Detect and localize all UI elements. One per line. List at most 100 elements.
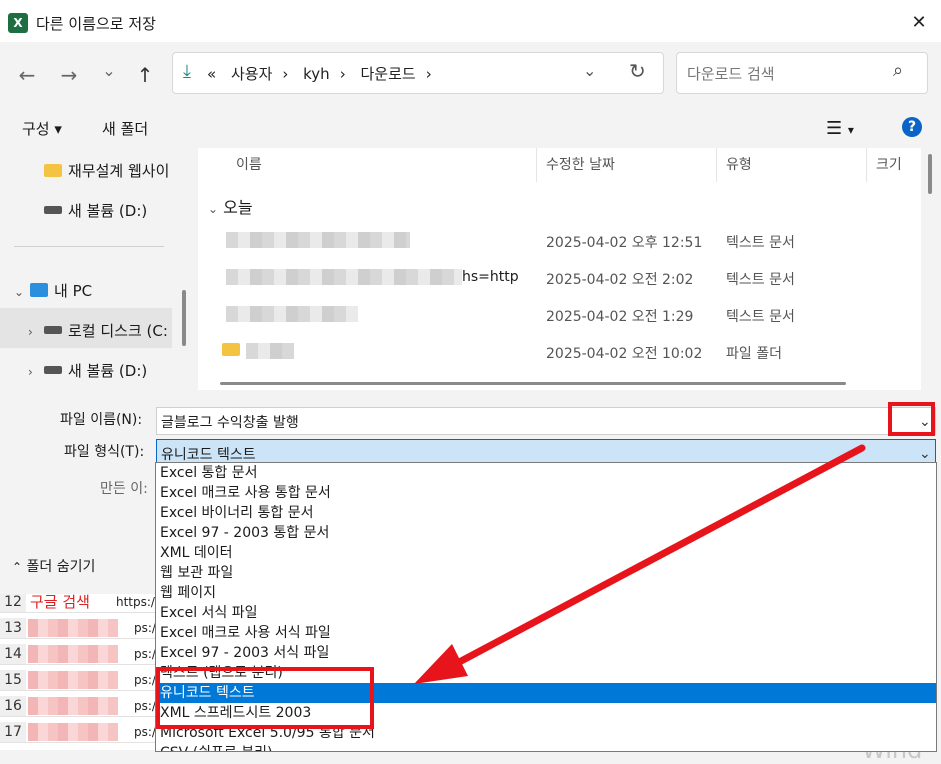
nav-item-local-disk-c[interactable]: › 로컬 디스크 (C: (28, 320, 168, 341)
file-row[interactable]: 2025-04-02 오전 1:29 텍스트 문서 (198, 296, 921, 333)
blurred-cell (28, 619, 118, 637)
search-box[interactable]: 다운로드 검색 ⌕ (676, 52, 928, 94)
sheet-url-cell: ps:/ (134, 725, 156, 739)
column-divider[interactable] (536, 148, 537, 182)
breadcrumb-item-users[interactable]: 사용자 (231, 65, 272, 83)
file-row[interactable]: 2025-04-02 오전 10:02 파일 폴더 (198, 333, 921, 370)
nav-item-label: 새 볼륨 (D:) (68, 362, 148, 380)
chevron-right-icon: › (282, 65, 289, 83)
arrow-right-icon: → (60, 63, 78, 87)
filetype-option[interactable]: Excel 통합 문서 (156, 463, 936, 483)
file-type: 파일 폴더 (726, 346, 782, 362)
search-icon[interactable]: ⌕ (893, 60, 903, 81)
sheet-url-cell: https:/ (116, 595, 155, 609)
file-date: 2025-04-02 오전 2:02 (546, 272, 694, 288)
column-header-name[interactable]: 이름 (236, 148, 262, 182)
excel-app-icon: X (8, 13, 28, 33)
filename-field[interactable]: 글블로그 수익창출 발행 ⌄ (156, 407, 936, 435)
chevron-down-icon: ⌄ (208, 202, 219, 216)
drive-icon (44, 206, 62, 214)
title-bar: X 다른 이름으로 저장 ✕ (0, 4, 941, 42)
refresh-icon[interactable]: ↻ (629, 59, 646, 83)
filetype-option[interactable]: 웹 보관 파일 (156, 563, 936, 583)
column-header-type[interactable]: 유형 (726, 148, 752, 182)
file-row[interactable]: 2025-04-02 오후 12:51 텍스트 문서 (198, 222, 921, 259)
up-button[interactable]: ↑ (132, 62, 158, 88)
table-row: 16 ps:/ (0, 696, 160, 717)
close-button[interactable]: ✕ (906, 10, 932, 36)
help-icon[interactable]: ? (902, 117, 922, 137)
sheet-url-cell: ps:/ (134, 647, 156, 661)
table-row: 14 ps:/ (0, 644, 160, 665)
chevron-right-icon[interactable]: › (28, 325, 44, 339)
arrow-left-icon: ← (18, 63, 36, 87)
column-header-date[interactable]: 수정한 날짜 (546, 148, 615, 182)
file-date: 2025-04-02 오후 12:51 (546, 235, 703, 251)
organize-button[interactable]: 구성 ▾ (22, 118, 62, 139)
file-list-vertical-scrollbar[interactable] (928, 154, 932, 194)
nav-item-finance-site[interactable]: 재무설계 웹사이 (44, 160, 169, 181)
filetype-option[interactable]: CSV (쉼표로 분리) (156, 743, 936, 751)
row-number: 13 (0, 618, 26, 638)
forward-button[interactable]: → (56, 62, 82, 88)
filetype-option[interactable]: Excel 매크로 사용 서식 파일 (156, 623, 936, 643)
folder-icon (44, 164, 62, 177)
filetype-option[interactable]: 웹 페이지 (156, 583, 936, 603)
back-button[interactable]: ← (14, 62, 40, 88)
filename-value: 글블로그 수익창출 발행 (161, 415, 299, 431)
filetype-option[interactable]: Excel 서식 파일 (156, 603, 936, 623)
column-header-size[interactable]: 크기 (876, 148, 902, 182)
row-number: 14 (0, 644, 26, 664)
view-options-icon[interactable]: ☰ ▾ (826, 118, 854, 139)
file-row[interactable]: hs=http 2025-04-02 오전 2:02 텍스트 문서 (198, 259, 921, 296)
filetype-option[interactable]: Excel 바이너리 통합 문서 (156, 503, 936, 523)
blurred-filename (246, 343, 294, 359)
chevron-right-icon[interactable]: › (28, 365, 44, 379)
filetype-value: 유니코드 텍스트 (161, 447, 256, 463)
nav-item-volume-d-2[interactable]: › 새 볼륨 (D:) (28, 360, 147, 381)
row-number: 15 (0, 670, 26, 690)
nav-item-label: 로컬 디스크 (C: (68, 322, 168, 340)
filename-label: 파일 이름(N): (60, 412, 143, 428)
filetype-option[interactable]: Excel 97 - 2003 서식 파일 (156, 643, 936, 663)
filetype-option[interactable]: XML 데이터 (156, 543, 936, 563)
breadcrumb: « 사용자 › kyh › 다운로드 › (207, 63, 442, 84)
chevron-down-icon[interactable]: ⌄ (14, 285, 30, 299)
address-bar[interactable]: ⤓ « 사용자 › kyh › 다운로드 › ⌄ ↻ (172, 52, 664, 94)
new-folder-button[interactable]: 새 폴더 (102, 118, 148, 139)
file-date: 2025-04-02 오전 1:29 (546, 309, 694, 325)
table-row: 17 ps:/ (0, 722, 160, 743)
column-divider[interactable] (866, 148, 867, 182)
file-type: 텍스트 문서 (726, 309, 795, 325)
sheet-url-cell: ps:/ (134, 621, 156, 635)
table-row: 13 ps:/ (0, 618, 160, 639)
column-divider[interactable] (716, 148, 717, 182)
file-date: 2025-04-02 오전 10:02 (546, 346, 703, 362)
nav-item-volume-d[interactable]: 새 볼륨 (D:) (44, 200, 147, 221)
sheet-url-cell: ps:/ (134, 699, 156, 713)
filetype-option[interactable]: Excel 97 - 2003 통합 문서 (156, 523, 936, 543)
hide-folders-button[interactable]: ⌃ 폴더 숨기기 (12, 556, 95, 576)
group-header-today[interactable]: ⌄ 오늘 (208, 194, 253, 218)
breadcrumb-overflow[interactable]: « (207, 65, 216, 83)
nav-item-this-pc[interactable]: ⌄ 내 PC (14, 280, 92, 301)
file-name (226, 232, 410, 248)
sheet-url-cell: ps:/ (134, 673, 156, 687)
chevron-down-icon[interactable]: ⌄ (919, 446, 931, 462)
sheet-red-text: 구글 검색 (30, 593, 90, 611)
search-input[interactable]: 다운로드 검색 (687, 63, 775, 84)
nav-item-label: 새 볼륨 (D:) (68, 202, 148, 220)
address-history-chevron-icon[interactable]: ⌄ (583, 61, 596, 80)
chevron-right-icon: › (425, 65, 432, 83)
excel-sheet-background: 12 구글 검색 https:/ 13 ps:/ 14 ps:/ 15 ps:/… (0, 592, 160, 750)
breadcrumb-item-downloads[interactable]: 다운로드 (360, 65, 415, 83)
recent-locations-button[interactable]: ⌄ (96, 58, 122, 84)
breadcrumb-item-kyh[interactable]: kyh (303, 65, 330, 83)
nav-scrollbar[interactable] (182, 290, 186, 346)
filetype-option[interactable]: Excel 매크로 사용 통합 문서 (156, 483, 936, 503)
annotation-highlight-dropdown-button (888, 402, 935, 436)
file-name (222, 343, 294, 359)
blurred-filename (226, 306, 358, 322)
command-bar: 구성 ▾ 새 폴더 ☰ ▾ ? (0, 108, 941, 148)
file-list-horizontal-scrollbar[interactable] (220, 382, 846, 385)
